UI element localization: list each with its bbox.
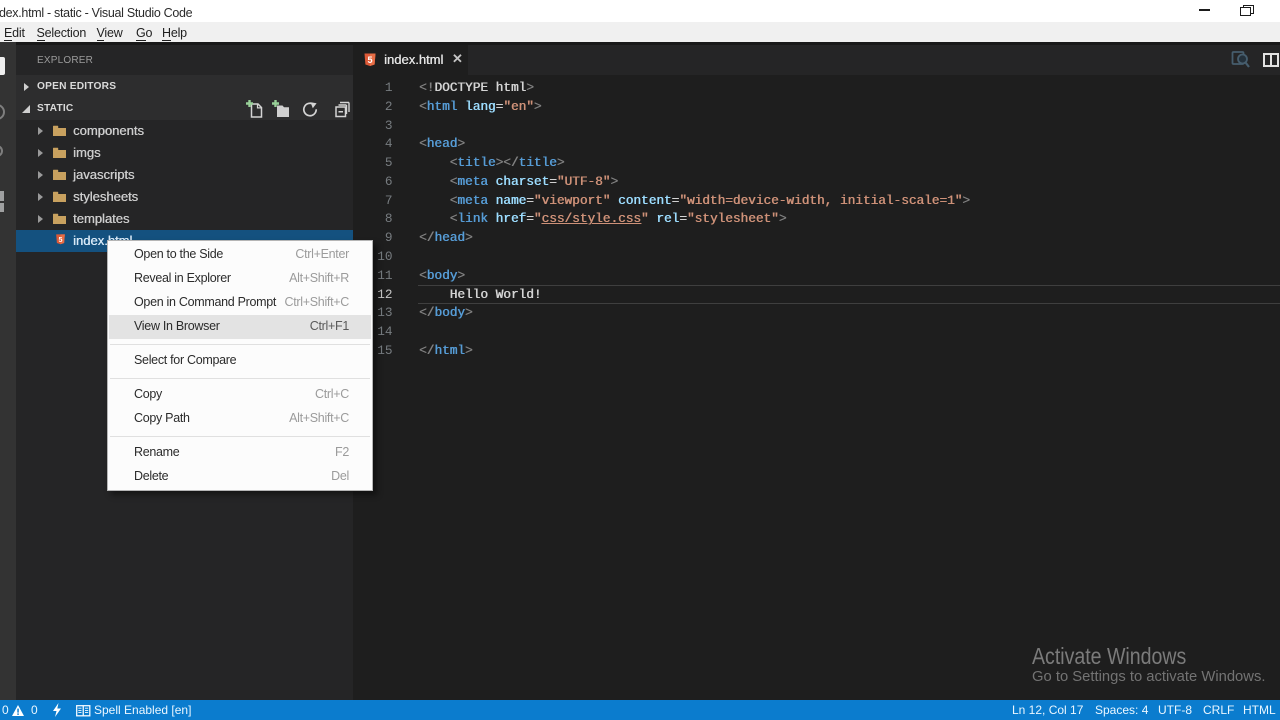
svg-text:5: 5 <box>367 55 372 65</box>
svg-text:5: 5 <box>58 237 62 244</box>
